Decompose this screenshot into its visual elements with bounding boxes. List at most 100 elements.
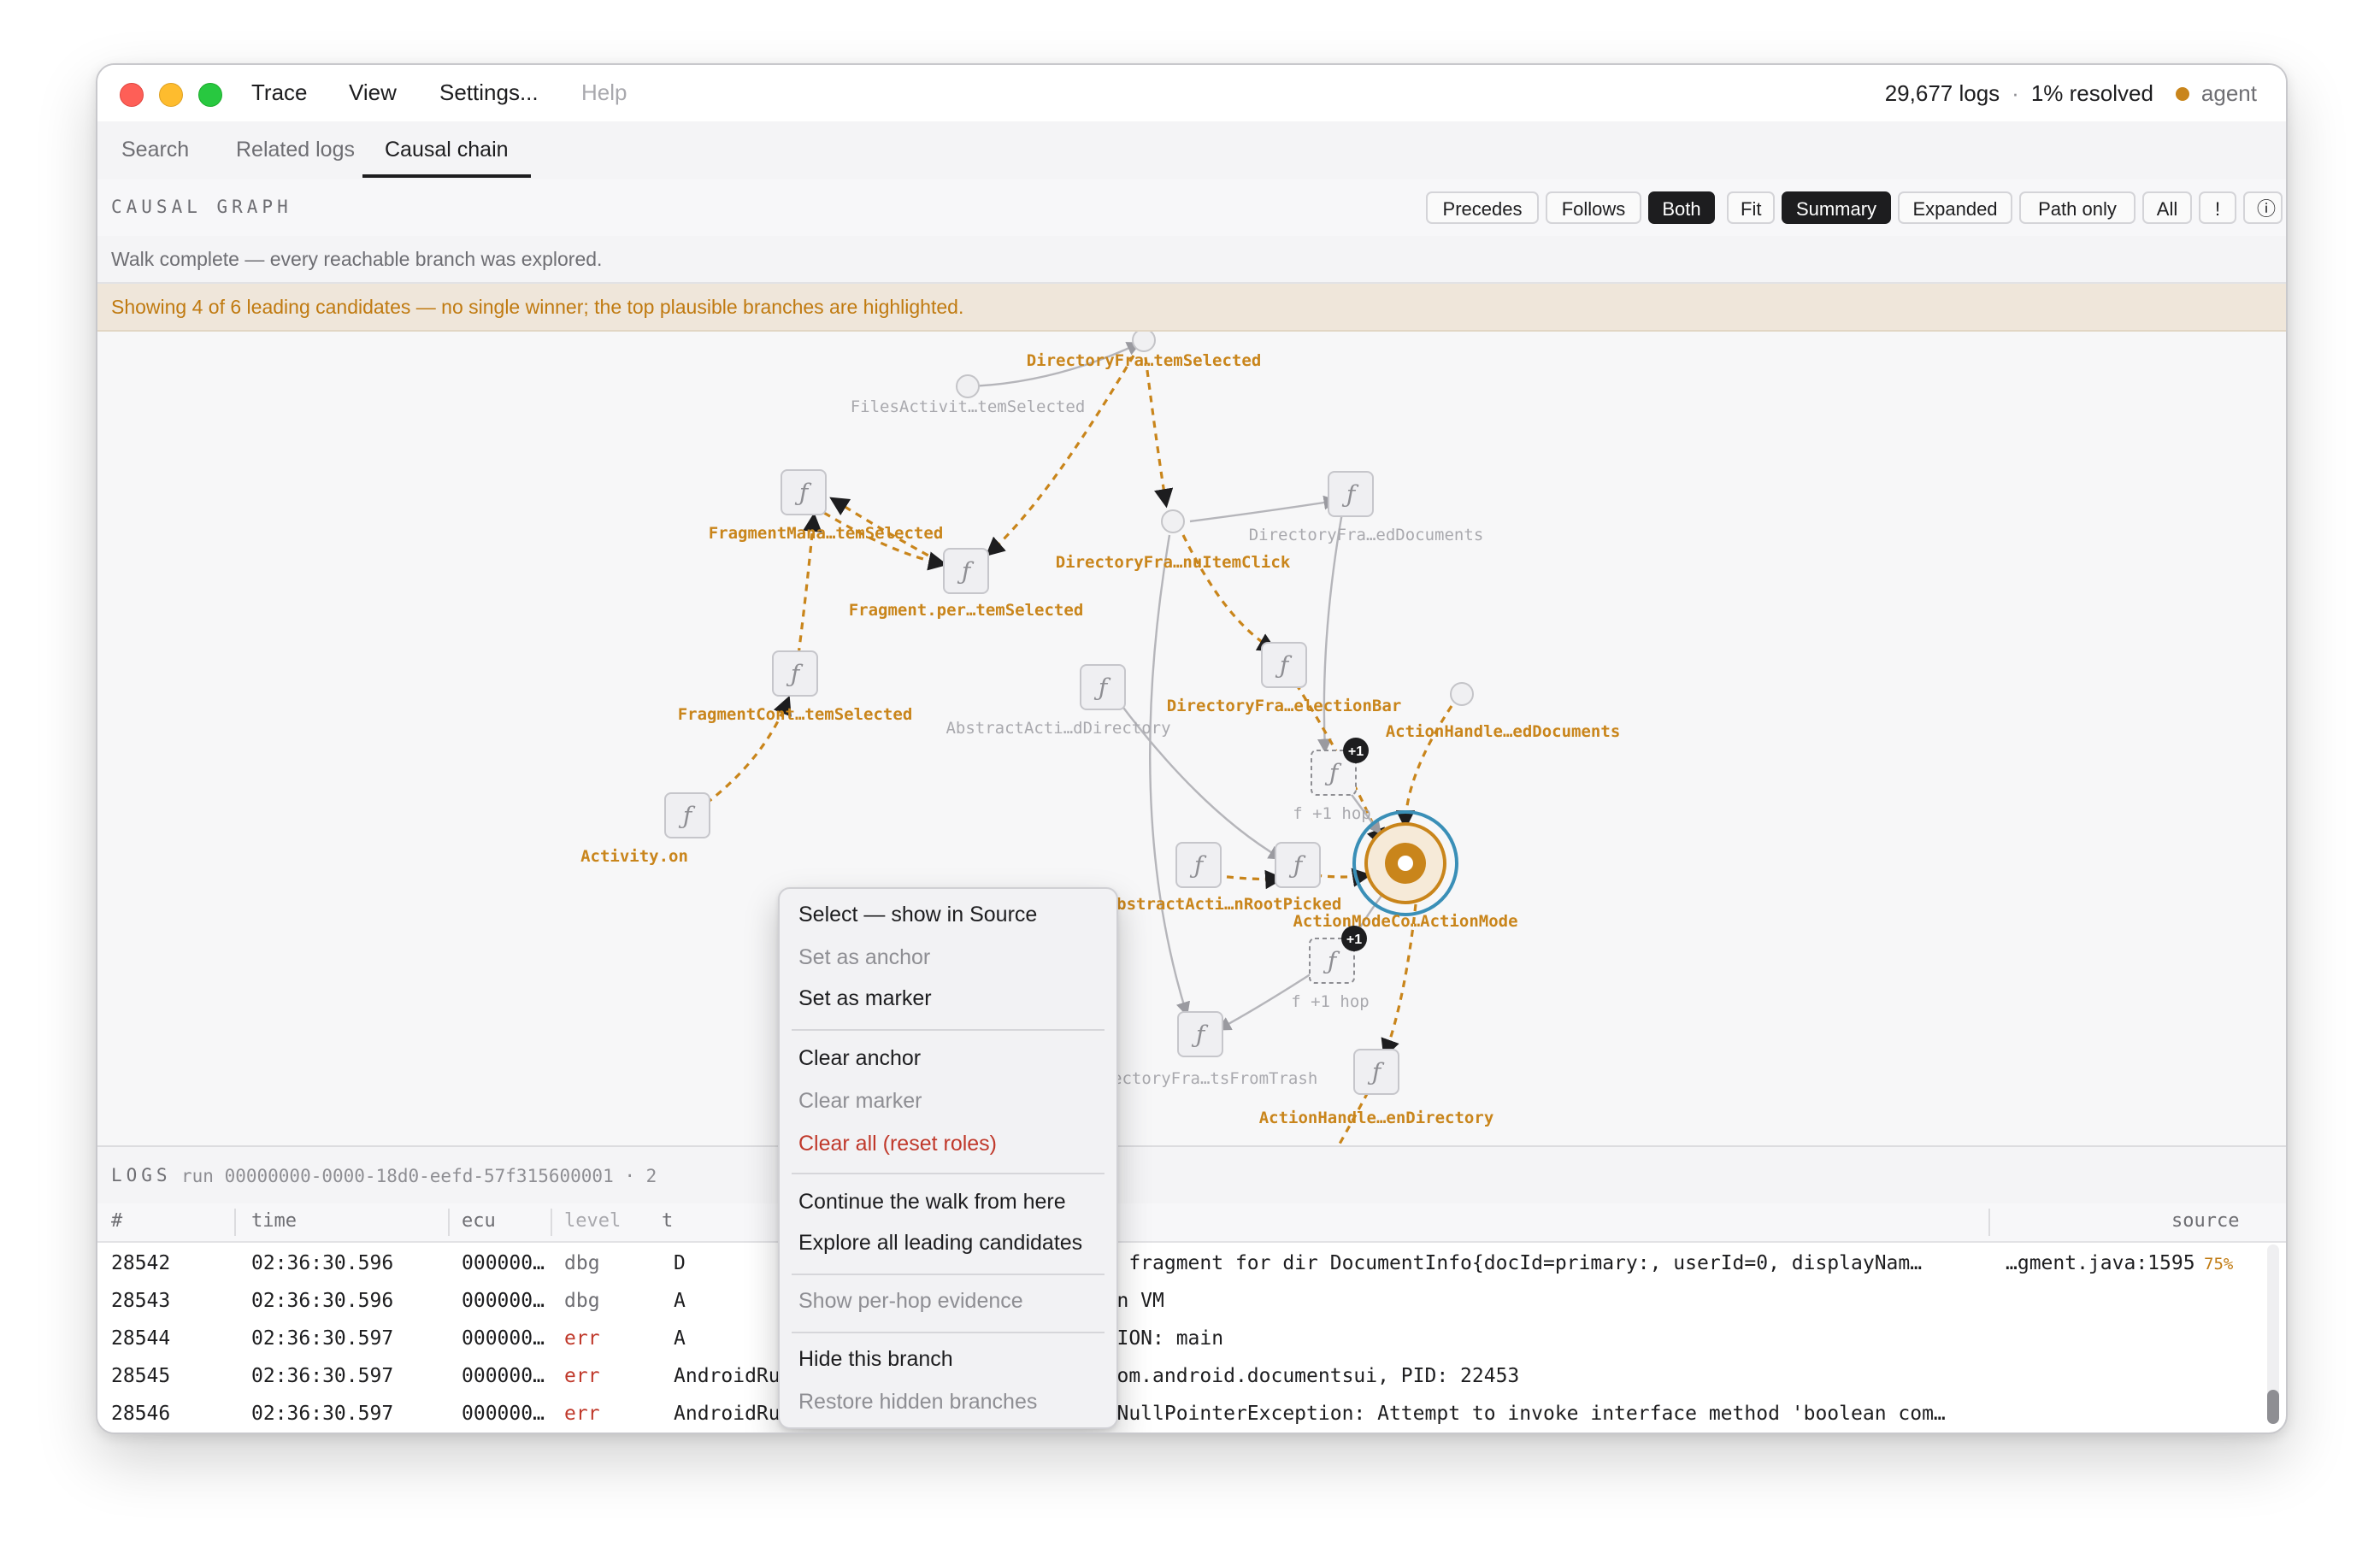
alert-button[interactable]: ! [2199,191,2236,224]
causal-graph-header: CAUSAL GRAPH Precedes Follows Both Fit S… [97,179,2286,238]
fit-button[interactable]: Fit [1727,191,1775,224]
menu-divider [792,1029,1105,1031]
log-text: java.lang.NullPointerException: Attempt … [999,1403,1946,1425]
logs-header: LOGS run 00000000-0000-18d0-eefd-57f3156… [97,1145,2286,1205]
graph-node-label: ActionHandle…enDirectory [1259,1109,1494,1127]
agent-label[interactable]: agent [2201,80,2257,107]
zoom-window-button[interactable] [198,83,222,107]
log-index: 28544 [111,1327,171,1350]
graph-node-label: Fragment.per…temSelected [849,601,1084,620]
menu-divider [792,1274,1105,1275]
graph-edge [1189,495,1339,523]
graph-edge [1213,869,1285,890]
walk-status: Walk complete — every reachable branch w… [97,236,2286,284]
log-index: 28545 [111,1365,171,1387]
table-row[interactable]: 28545 02:36:30.597 000000… err AndroidRuntim… [97,1357,2260,1397]
log-count: 29,677 logs [1884,80,2000,106]
log-index: 28543 [111,1290,171,1312]
info-icon[interactable]: ⓘ [2243,191,2283,224]
tab-search[interactable]: Search [121,121,189,178]
log-time: 02:36:30.596 [251,1252,394,1274]
menu-divider [792,1332,1105,1333]
resolved-percent: 1% resolved [2030,80,2153,106]
causal-graph-svg[interactable]: DirectoryFra…temSelected FilesActivit…tem… [97,332,2286,1145]
close-window-button[interactable] [120,83,144,107]
menu-trace[interactable]: Trace [251,79,308,106]
table-row[interactable]: 28542 02:36:30.596 000000… dbg Deating new f… [97,1244,2260,1284]
graph-edge [1144,356,1174,509]
menu-item-continue-walk[interactable]: Continue the walk from here [798,1190,1066,1215]
log-ecu: 000000… [462,1290,545,1312]
log-ecu: 000000… [462,1365,545,1387]
menu-item-set-as-marker[interactable]: Set as marker [798,986,932,1011]
log-ecu: 000000… [462,1327,545,1350]
graph-node-n5 [1161,509,1185,533]
logs-title: LOGS [111,1165,172,1185]
both-button[interactable]: Both [1648,191,1715,224]
graph-node-label: f +1 hop [1291,992,1370,1011]
agent-status-dot-icon [2175,86,2189,101]
menu-item-clear-all[interactable]: Clear all (reset roles) [798,1132,997,1156]
summary-button[interactable]: Summary [1782,191,1891,224]
log-source: …gment.java:1595 [2006,1252,2195,1274]
col-time[interactable]: time [251,1210,297,1232]
tab-related-logs[interactable]: Related logs [236,121,355,178]
candidates-banner: Showing 4 of 6 leading candidates — no s… [97,284,2286,332]
col-source[interactable]: source [2171,1210,2239,1232]
col-tag[interactable]: t [662,1210,673,1232]
expanded-button[interactable]: Expanded [1898,191,2012,224]
log-time: 02:36:30.597 [251,1403,394,1425]
menu-item-clear-anchor[interactable]: Clear anchor [798,1046,921,1071]
causal-graph-canvas[interactable]: DirectoryFra…temSelected FilesActivit…tem… [97,332,2286,1145]
graph-node-n10 [1450,682,1474,706]
target-center [1398,856,1413,871]
log-index: 28542 [111,1252,171,1274]
menu-item-restore-hidden[interactable]: Restore hidden branches [798,1390,1037,1415]
graph-edge [1149,534,1191,1017]
col-ecu[interactable]: ecu [462,1210,496,1232]
tab-bar: Search Related logs Causal chain [97,121,2286,181]
menu-settings[interactable]: Settings... [439,79,539,106]
menu-item-hide-branch[interactable]: Hide this branch [798,1347,953,1372]
graph-node-label: f +1 hop [1293,804,1371,823]
graph-node-label: Activity.on [580,847,688,866]
hop-badge-label: +1 [1346,932,1362,947]
precedes-button[interactable]: Precedes [1426,191,1539,224]
log-level: err [564,1327,600,1350]
col-index[interactable]: # [111,1210,122,1232]
graph-node-label: ActionHandle…edDocuments [1386,722,1621,741]
stats-separator: · [2012,80,2019,106]
menu-item-explore-candidates[interactable]: Explore all leading candidates [798,1231,1082,1256]
menu-help[interactable]: Help [581,79,627,106]
log-level: dbg [564,1290,600,1312]
menu-item-clear-marker[interactable]: Clear marker [798,1089,922,1114]
tab-causal-chain[interactable]: Causal chain [362,121,531,178]
graph-node-label: DirectoryFra…electionBar [1167,697,1402,715]
all-button[interactable]: All [2142,191,2192,224]
follows-button[interactable]: Follows [1546,191,1641,224]
log-time: 02:36:30.597 [251,1327,394,1350]
menu-view[interactable]: View [349,79,397,106]
logs-run-id: run 00000000-0000-18d0-eefd-57f315600001… [181,1166,657,1186]
node-context-menu: Select — show in Source Set as anchor Se… [778,887,1118,1429]
table-row[interactable]: 2854402:36:30.597000000…errATAL EXCEPTIO… [97,1320,2260,1359]
title-bar: Trace View Settings... Help 29,677 logs … [97,65,2286,123]
causal-graph-title: CAUSAL GRAPH [111,197,292,217]
graph-node-label: DirectoryFra…nuItemClick [1056,553,1291,572]
graph-node-label: FragmentCont…temSelected [678,705,913,724]
logs-scrollbar-thumb[interactable] [2267,1390,2279,1424]
app-window: Trace View Settings... Help 29,677 logs … [96,63,2288,1434]
graph-node-label: DirectoryFra…edDocuments [1249,526,1484,544]
col-level[interactable]: level [564,1210,621,1232]
menu-item-per-hop-evidence[interactable]: Show per-hop evidence [798,1289,1023,1314]
walk-status-text: Walk complete — every reachable branch w… [111,248,603,270]
path-only-button[interactable]: Path only [2019,191,2136,224]
minimize-window-button[interactable] [159,83,183,107]
menu-item-select-show-in-source[interactable]: Select — show in Source [798,903,1037,927]
menu-item-set-as-anchor[interactable]: Set as anchor [798,945,930,970]
log-source-confidence: 75% [2204,1255,2234,1274]
trace-stats: 29,677 logs · 1% resolved agent [1885,80,2257,107]
table-row[interactable]: 28546 02:36:30.597 000000… err AndroidRuntim… [97,1395,2260,1433]
log-time: 02:36:30.597 [251,1365,394,1387]
table-row[interactable]: 2854302:36:30.596000000…dbgAutting down … [97,1282,2260,1321]
